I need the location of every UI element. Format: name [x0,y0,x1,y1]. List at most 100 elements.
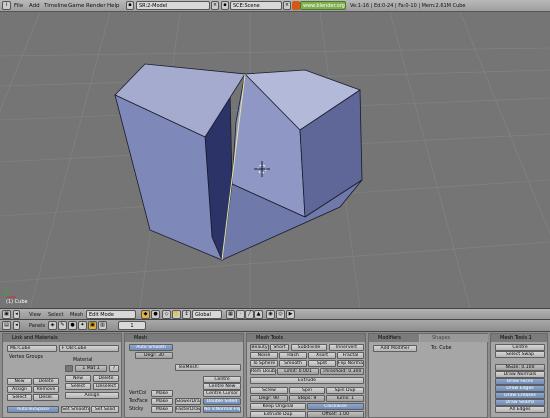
set-solid-button[interactable]: Set Solid [91,406,119,413]
scene-close-icon[interactable]: × [283,1,291,10]
screw-button[interactable]: Screw [250,387,288,394]
fractal-button[interactable]: Fractal [337,352,364,359]
noise-button[interactable]: Noise [250,352,278,359]
draw-edges-toggle[interactable]: Draw Edges [495,385,545,392]
double-sided-toggle[interactable]: Double Sided [203,398,241,405]
material-help-button[interactable]: ? [109,365,119,372]
draw-creases-toggle[interactable]: Draw Creases [495,392,545,399]
material-color-swatch[interactable] [65,365,73,372]
script-icon[interactable]: ✎ [58,321,67,330]
offset-field[interactable]: Offset: 1.00 [307,411,364,418]
xsort-button[interactable]: Xsort [308,352,336,359]
autosmooth-degr-field[interactable]: Degr: 30 [135,352,173,359]
innervert-button[interactable]: Innervert [329,344,364,351]
frame-field[interactable]: 1 [118,321,146,330]
threshold-field[interactable]: Threshold: 0.300 [320,368,364,375]
buttons-window-icon[interactable]: ▤ [2,321,11,330]
faster-draw-button[interactable]: FasterDraw [175,406,201,413]
manipulator-icon[interactable]: ✋ [172,310,181,319]
vertcol-make-button[interactable]: Make [151,390,173,397]
layer-icon[interactable]: ▦ [226,310,235,319]
centre-new-button[interactable]: Centre New [203,383,241,390]
vgroup-delete-button[interactable]: Delete [33,378,59,385]
vgroup-select-button[interactable]: Select [7,394,32,401]
menu-mesh[interactable]: Mesh [70,310,83,320]
no-vnormal-flip-toggle[interactable]: No V.Normal Flip [203,406,241,413]
set-smooth-button[interactable]: Set Smooth [61,406,90,413]
screen-browse-icon[interactable]: ▪ [126,1,134,10]
draw-normals-toggle[interactable]: Draw Normals [495,371,545,378]
centre-button[interactable]: Centre [203,376,241,383]
cube-mesh[interactable] [114,63,363,262]
3d-viewport[interactable]: (1) Cube [0,12,550,308]
menu-select[interactable]: Select [48,310,63,320]
add-modifier-button[interactable]: Add Modifier [373,345,417,352]
hash-button[interactable]: Hash [279,352,307,359]
flip-normal-button[interactable]: Flip Normal [337,360,364,367]
vgroup-new-button[interactable]: New [7,378,32,385]
render-icon[interactable]: ▶ [286,310,295,319]
vgroup-assign-button[interactable]: Assign [7,386,32,393]
extrude-button[interactable]: Extrude [250,377,364,384]
panel-collapse-icon[interactable]: ◂ [13,321,20,330]
mode-select[interactable]: Edit Mode [86,310,136,319]
centre-button-2[interactable]: Centre [495,344,545,351]
menu-timeline[interactable]: Timeline [44,1,67,11]
mesh-datablock-field[interactable]: ME:Cube [7,345,57,352]
spin-dup-button[interactable]: Spin Dup [326,387,364,394]
material-select-button[interactable]: Select [65,383,91,390]
vertex-select-icon[interactable]: · [236,310,245,319]
orientation-select[interactable]: Global [192,310,222,319]
subdivide-button[interactable]: Subdivide [291,344,327,351]
menu-file[interactable]: File [14,1,23,11]
draw-type-icon[interactable]: ◆ [141,310,150,319]
editor-type-icon[interactable]: ▣ [2,310,11,319]
menu-add[interactable]: Add [29,1,40,11]
menu-help[interactable]: Help [107,1,120,11]
website-link[interactable]: www.blender.org 24x [300,1,346,10]
shading-icon[interactable]: ● [151,310,160,319]
editing-context-icon[interactable]: ▣ [88,321,97,330]
spin-button[interactable]: Spin [289,387,325,394]
select-swap-button[interactable]: Select Swap [495,351,545,358]
material-index-field[interactable]: 1 Mat 1 [75,365,107,372]
material-delete-button[interactable]: Delete [93,375,119,382]
to-sphere-button[interactable]: To Sphere [250,360,278,367]
occlude-icon[interactable]: ◉ [266,310,275,319]
window-type-icon[interactable]: i [2,1,11,10]
scene-browse-icon[interactable]: ▪ [221,1,229,10]
clockwise-toggle[interactable]: Clockwise [307,403,364,410]
scene-context-icon[interactable]: ▥ [98,321,107,330]
slower-draw-button[interactable]: SlowerDraw [175,398,201,405]
face-select-icon[interactable]: ▲ [254,310,263,319]
menu-game[interactable]: Game [68,1,84,11]
centre-cursor-button[interactable]: Centre Cursor [203,390,241,397]
edge-select-icon[interactable]: ╱ [245,310,254,319]
texface-make-button[interactable]: Make [151,398,173,405]
scene-field[interactable]: SCE:Scene [230,1,282,10]
spin-degr-field[interactable]: Degr: 90 [250,395,288,402]
keep-original-toggle[interactable]: Keep Original [250,403,306,410]
draw-faces-toggle[interactable]: Draw Faces [495,378,545,385]
material-assign-button[interactable]: Assign [65,392,119,399]
smooth-button[interactable]: Smooth [279,360,307,367]
menu-render[interactable]: Render [86,1,106,11]
screw-turns-field[interactable]: Turns: 1 [326,395,364,402]
proportional-icon[interactable]: ◎ [276,310,285,319]
beauty-toggle[interactable]: Beauty [250,344,269,351]
translate-icon[interactable]: ↕ [182,310,191,319]
object-context-icon[interactable]: ✦ [78,321,87,330]
material-new-button[interactable]: New [65,375,91,382]
screen-close-icon[interactable]: × [211,1,219,10]
nsize-field[interactable]: NSize: 0.100 [495,364,545,371]
limit-field[interactable]: Limit: 0.001 [277,368,319,375]
object-datablock-field[interactable]: F OB:Cube [59,345,119,352]
extrude-dup-button[interactable]: Extrude Dup [250,411,306,418]
pivot-icon[interactable]: ◇ [162,310,171,319]
viewport-canvas[interactable] [0,12,550,308]
logic-icon[interactable]: ◈ [48,321,57,330]
modifiers-tab[interactable]: Modifiers [369,334,419,342]
shapes-tab[interactable]: Shapes [420,334,488,342]
menu-view[interactable]: View [29,310,41,320]
texmesh-field[interactable]: TexMesh: [175,364,241,371]
